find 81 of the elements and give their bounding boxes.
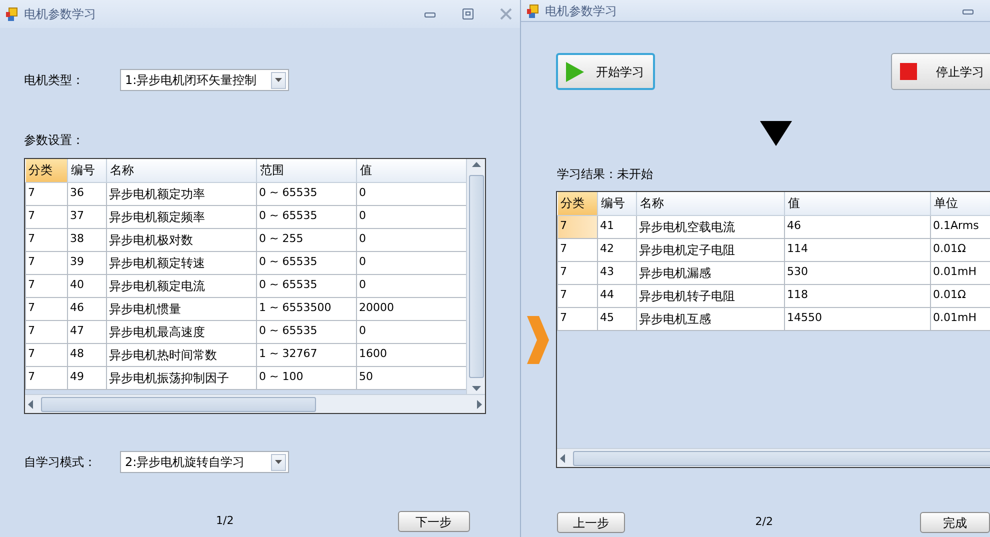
- table-cell: 0 ~ 255: [256, 228, 356, 251]
- next-button[interactable]: 下一步: [398, 511, 470, 532]
- table-cell: 48: [68, 343, 106, 366]
- table-cell: 49: [68, 366, 106, 389]
- table-cell: 0 ~ 65535: [256, 274, 356, 297]
- table-cell: 45: [598, 307, 636, 330]
- table-cell: 41: [598, 215, 636, 238]
- table-cell: 14550: [784, 307, 930, 330]
- field-label: 电机类型：: [24, 72, 85, 89]
- section-label: 参数设置：: [24, 132, 85, 149]
- table-cell: 1 ~ 6553500: [256, 297, 356, 320]
- table-cell: 异步电机定子电阻: [636, 238, 784, 261]
- table-cell: 异步电机互感: [636, 307, 784, 330]
- table-cell: 40: [68, 274, 106, 297]
- table-cell: 38: [68, 228, 106, 251]
- table-cell: 7: [26, 297, 68, 320]
- table-cell: 异步电机热时间常数: [106, 343, 256, 366]
- column-header[interactable]: 编号: [68, 159, 106, 182]
- table-cell: 114: [784, 238, 930, 261]
- previous-button[interactable]: 上一步: [557, 512, 626, 533]
- table-cell: 7: [558, 307, 598, 330]
- table-cell: 异步电机空载电流: [636, 215, 784, 238]
- table-cell: 0 ~ 65535: [256, 205, 356, 228]
- dropdown[interactable]: 1:异步电机闭环矢量控制: [120, 69, 289, 91]
- table-cell: 7: [26, 251, 68, 274]
- table-cell: 异步电机转子电阻: [636, 284, 784, 307]
- table-cell: 39: [68, 251, 106, 274]
- table-cell: 异步电机额定转速: [106, 251, 256, 274]
- dropdown[interactable]: 2:异步电机旋转自学习: [120, 451, 289, 473]
- table-cell: 7: [558, 215, 598, 238]
- status-label: 学习结果：未开始: [557, 166, 654, 181]
- table-cell: 46: [784, 215, 930, 238]
- column-header[interactable]: 范围: [256, 159, 356, 182]
- table-cell: 7: [558, 238, 598, 261]
- table-cell: 43: [598, 261, 636, 284]
- column-header[interactable]: 值: [784, 192, 930, 215]
- table-cell: 0 ~ 65535: [256, 251, 356, 274]
- finish-button[interactable]: 完成: [920, 512, 990, 533]
- table-cell: 46: [68, 297, 106, 320]
- table-cell: 7: [26, 205, 68, 228]
- table-cell: 异步电机额定频率: [106, 205, 256, 228]
- table-cell: 7: [26, 343, 68, 366]
- table-cell: 44: [598, 284, 636, 307]
- table-cell: 0 ~ 65535: [256, 182, 356, 205]
- table-cell: 1 ~ 32767: [256, 343, 356, 366]
- page-indicator: 1/2: [216, 513, 234, 530]
- window-title: 电机参数学习: [24, 6, 96, 23]
- column-header[interactable]: 值: [356, 159, 466, 182]
- table-cell: 异步电机漏感: [636, 261, 784, 284]
- table-cell: 42: [598, 238, 636, 261]
- table-cell: 47: [68, 320, 106, 343]
- table-cell: 异步电机最高速度: [106, 320, 256, 343]
- table-cell: 异步电机惯量: [106, 297, 256, 320]
- column-header[interactable]: 名称: [636, 192, 784, 215]
- page-indicator: 2/2: [755, 514, 773, 530]
- table-cell: 0 ~ 100: [256, 366, 356, 389]
- column-header[interactable]: 名称: [106, 159, 256, 182]
- column-header[interactable]: 单位: [930, 192, 990, 215]
- table-cell: 异步电机极对数: [106, 228, 256, 251]
- table-cell: 7: [26, 320, 68, 343]
- column-header[interactable]: 分类: [26, 159, 68, 182]
- table-cell: 7: [26, 182, 68, 205]
- table-cell: 37: [68, 205, 106, 228]
- table-cell: 530: [784, 261, 930, 284]
- table-cell: 7: [26, 228, 68, 251]
- table-cell: 7: [26, 366, 68, 389]
- table-cell: 7: [558, 261, 598, 284]
- table-cell: 36: [68, 182, 106, 205]
- start-button[interactable]: 开始学习: [556, 53, 655, 90]
- field-label: 自学习模式：: [24, 454, 97, 471]
- table-cell: 118: [784, 284, 930, 307]
- table-cell: 异步电机额定功率: [106, 182, 256, 205]
- table-cell: 7: [558, 284, 598, 307]
- table-cell: 异步电机额定电流: [106, 274, 256, 297]
- window-title: 电机参数学习: [545, 2, 617, 20]
- table-cell: 异步电机振荡抑制因子: [106, 366, 256, 389]
- table-cell: 0 ~ 65535: [256, 320, 356, 343]
- table-cell: 7: [26, 274, 68, 297]
- column-header[interactable]: 编号: [598, 192, 636, 215]
- column-header[interactable]: 分类: [558, 192, 598, 215]
- stop-button[interactable]: 停止学习: [891, 53, 990, 90]
